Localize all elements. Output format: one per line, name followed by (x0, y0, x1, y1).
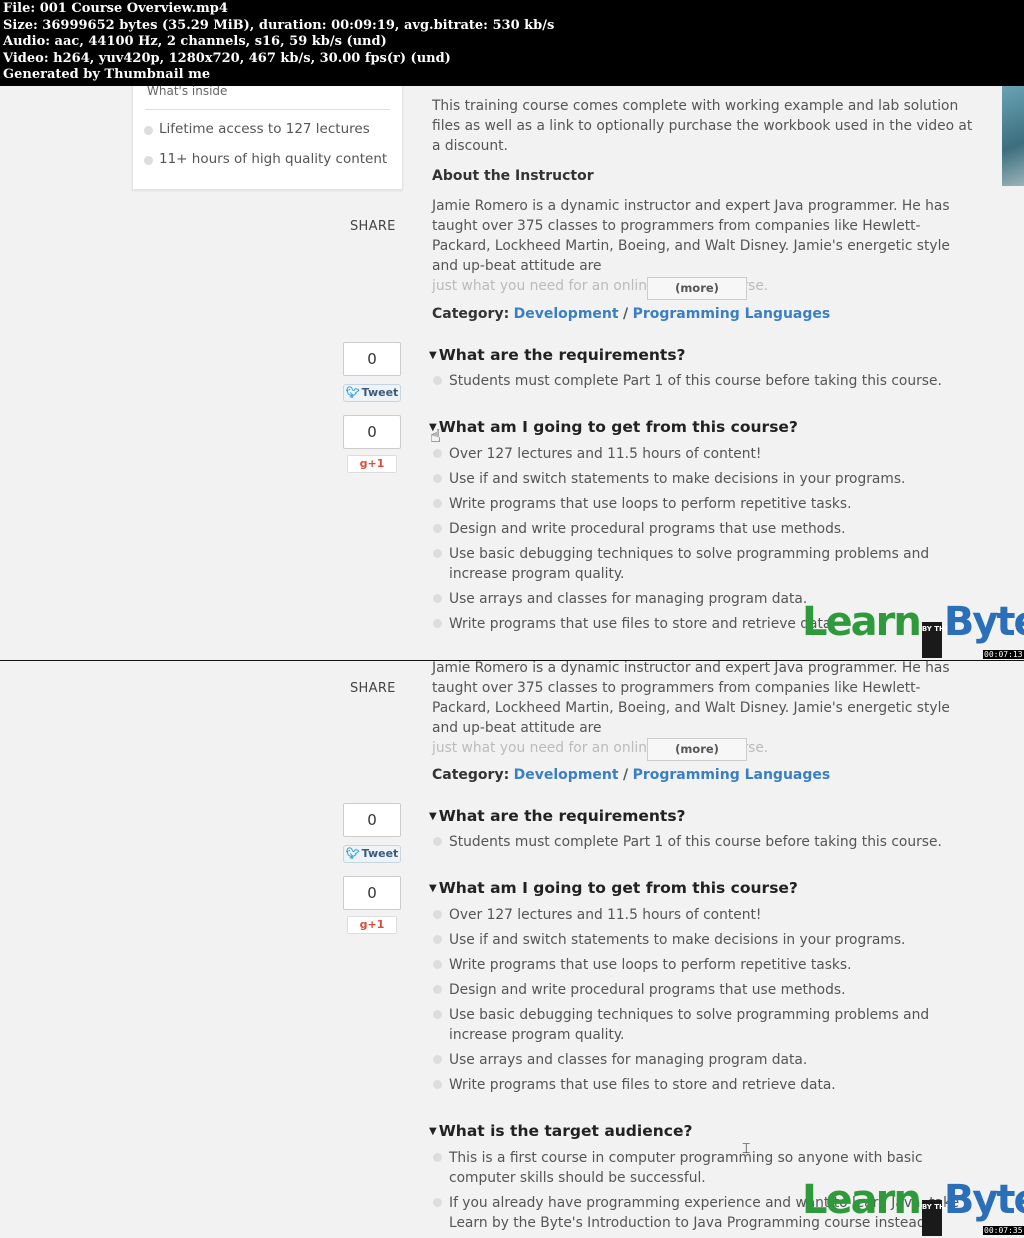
outcome-item: Design and write procedural programs tha… (433, 519, 969, 539)
gplus-count: 0 (343, 415, 401, 449)
sidebar-bullet: Lifetime access to 127 lectures (159, 121, 370, 137)
more-button[interactable]: (more) (647, 277, 747, 300)
outcome-item: Use arrays and classes for managing prog… (433, 1050, 969, 1070)
bullet-icon (433, 1198, 442, 1207)
video-frame-2: SHARE Jamie Romero is a dynamic instruct… (0, 661, 1024, 1238)
side-thumbnail (1002, 86, 1024, 186)
caret-down-icon: ▼ (429, 811, 437, 822)
bullet-icon (433, 524, 442, 533)
outcomes-heading[interactable]: ▼ What am I going to get from this course… (429, 418, 798, 436)
bullet-icon (144, 126, 153, 135)
gplus-button[interactable]: g+1 (347, 916, 397, 934)
outcome-item: Design and write procedural programs tha… (433, 980, 969, 1000)
google-plus-icon: g (359, 457, 368, 470)
video-frame-1: What's inside Lifetime access to 127 lec… (0, 86, 1024, 660)
outcome-item: Use if and switch statements to make dec… (433, 930, 969, 950)
share-label: SHARE (350, 219, 396, 234)
generator-line: Generated by Thumbnail me (3, 67, 211, 82)
bullet-icon (433, 376, 442, 385)
outcome-item: Write programs that use files to store a… (433, 1075, 969, 1095)
bullet-icon (433, 1080, 442, 1089)
bullet-icon (433, 837, 442, 846)
requirement-item: Students must complete Part 1 of this co… (433, 832, 969, 852)
caret-down-icon: ▼ (429, 883, 437, 894)
tweet-count: 0 (343, 803, 401, 837)
video-info-header: File: 001 Course Overview.mp4 Size: 3699… (0, 0, 1024, 86)
outcomes-heading[interactable]: ▼ What am I going to get from this course… (429, 879, 798, 897)
caret-down-icon: ▼ (429, 1126, 437, 1137)
sidebar-bullet: 11+ hours of high quality content (159, 151, 388, 167)
tweet-button[interactable]: 🐦︎ Tweet (343, 845, 401, 863)
google-plus-icon: g (359, 918, 368, 931)
description-intro: This training course comes complete with… (432, 98, 973, 154)
bullet-icon (433, 449, 442, 458)
twitter-icon: 🐦︎ (345, 847, 360, 860)
category-programming-languages-link[interactable]: Programming Languages (633, 767, 831, 783)
tweet-button[interactable]: 🐦︎ Tweet (343, 384, 401, 402)
divider (145, 109, 390, 110)
outcome-item: Use basic debugging techniques to solve … (433, 1005, 969, 1045)
bullet-icon (433, 474, 442, 483)
bullet-icon (433, 985, 442, 994)
tweet-count: 0 (343, 342, 401, 376)
bullet-icon (433, 1153, 442, 1162)
requirements-heading[interactable]: ▼ What are the requirements? (429, 807, 686, 825)
more-button[interactable]: (more) (647, 738, 747, 761)
requirements-heading[interactable]: ▼ What are the requirements? (429, 346, 686, 364)
outcome-item: Use basic debugging techniques to solve … (433, 544, 969, 584)
category-line: Category: Development / Programming Lang… (432, 306, 831, 322)
requirement-item: Students must complete Part 1 of this co… (433, 371, 969, 391)
category-development-link[interactable]: Development (514, 306, 619, 322)
hand-cursor-icon: ☝ (430, 426, 441, 447)
category-programming-languages-link[interactable]: Programming Languages (633, 306, 831, 322)
bullet-icon (144, 156, 153, 165)
caret-down-icon: ▼ (429, 350, 437, 361)
outcome-item: Over 127 lectures and 11.5 hours of cont… (433, 444, 969, 464)
gplus-button[interactable]: g+1 (347, 455, 397, 473)
size-line: Size: 36999652 bytes (35.29 MiB), durati… (3, 17, 555, 33)
bullet-icon (433, 619, 442, 628)
timestamp: 00:07:13 (983, 650, 1024, 659)
gplus-count: 0 (343, 876, 401, 910)
outcome-item: Write programs that use loops to perform… (433, 494, 969, 514)
outcome-item: Over 127 lectures and 11.5 hours of cont… (433, 905, 969, 925)
text-cursor-icon: ⌶ (742, 1141, 751, 1157)
category-line: Category: Development / Programming Lang… (432, 767, 831, 783)
bullet-icon (433, 935, 442, 944)
file-line: File: 001 Course Overview.mp4 (3, 1, 228, 16)
bullet-icon (433, 1010, 442, 1019)
bullet-icon (433, 499, 442, 508)
share-label: SHARE (350, 681, 396, 696)
bullet-icon (433, 910, 442, 919)
twitter-icon: 🐦︎ (345, 386, 360, 399)
bullet-icon (433, 549, 442, 558)
outcome-item: Write programs that use loops to perform… (433, 955, 969, 975)
timestamp: 00:07:35 (983, 1226, 1024, 1235)
bullet-icon (433, 960, 442, 969)
category-development-link[interactable]: Development (514, 767, 619, 783)
audience-heading[interactable]: ▼ What is the target audience? (429, 1122, 692, 1140)
whats-inside-heading: What's inside (147, 86, 228, 98)
about-instructor-heading: About the Instructor (432, 168, 594, 184)
whats-inside-box: What's inside Lifetime access to 127 lec… (132, 86, 403, 190)
outcome-item: Use if and switch statements to make dec… (433, 469, 969, 489)
audio-line: Audio: aac, 44100 Hz, 2 channels, s16, 5… (3, 34, 387, 49)
video-line: Video: h264, yuv420p, 1280x720, 467 kb/s… (3, 50, 451, 66)
bullet-icon (433, 594, 442, 603)
bullet-icon (433, 1055, 442, 1064)
